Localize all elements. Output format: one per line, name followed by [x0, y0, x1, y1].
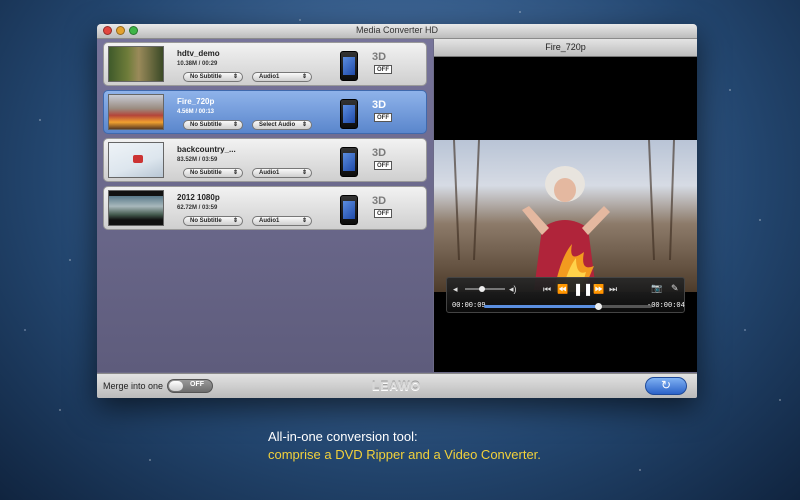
file-name: 2012 1080p [177, 193, 220, 202]
file-meta: 83.52M / 03:59 [177, 157, 218, 163]
file-name: Fire_720p [177, 97, 215, 106]
3d-toggle[interactable]: OFF [374, 161, 392, 170]
file-name: backcountry_... [177, 145, 236, 154]
subtitle-value: No Subtitle [190, 218, 222, 224]
skier-figure [133, 155, 143, 163]
elapsed-time: 00:00:09 [452, 302, 486, 310]
3d-toggle[interactable]: OFF [374, 209, 392, 218]
file-row-selected[interactable]: Fire_720p 4.56M / 00:13 No Subtitle ⇕ Sel… [103, 90, 427, 134]
caption-line-1: All-in-one conversion tool: [268, 429, 418, 444]
file-list: hdtv_demo 10.38M / 00:29 No Subtitle ⇕ Au… [97, 39, 433, 372]
seek-bar[interactable] [484, 303, 652, 310]
window-title: Media Converter HD [355, 25, 439, 35]
subtitle-select[interactable]: No Subtitle ⇕ [183, 72, 243, 82]
3d-toggle[interactable]: OFF [374, 65, 392, 74]
subtitle-select[interactable]: No Subtitle ⇕ [183, 216, 243, 226]
iphone-icon[interactable] [340, 195, 358, 225]
remaining-time: -00:00:04 [647, 302, 685, 310]
video-thumbnail [108, 190, 164, 226]
preview-title: Fire_720p [434, 39, 697, 57]
playback-controls: ◂ ◂) ⏮ ⏪ ❚❚ ⏩ ⏭ 📷 ✎ 00:00:09 -00:00:04 [446, 277, 685, 313]
chevron-updown-icon: ⇕ [301, 122, 307, 128]
pause-icon[interactable]: ❚❚ [573, 282, 593, 296]
audio-value: Audio1 [259, 170, 280, 176]
subtitle-select[interactable]: No Subtitle ⇕ [183, 168, 243, 178]
audio-value: Audio1 [259, 218, 280, 224]
video-thumbnail [108, 46, 164, 82]
chevron-updown-icon: ⇕ [301, 218, 307, 224]
chevron-updown-icon: ⇕ [232, 218, 238, 224]
3d-label: 3D [372, 147, 387, 159]
caption-line-2: comprise a DVD Ripper and a Video Conver… [268, 447, 541, 462]
camera-icon[interactable]: 📷 [651, 283, 662, 294]
preview-pane: Fire_720p ◂ ◂) ⏮ ⏪ ❚❚ ⏩ ⏭ 📷 ✎ 00:00:09 -… [434, 39, 697, 372]
iphone-icon[interactable] [340, 147, 358, 177]
chevron-updown-icon: ⇕ [301, 74, 307, 80]
promo-caption: All-in-one conversion tool: comprise a D… [268, 428, 541, 464]
chevron-updown-icon: ⇕ [232, 122, 238, 128]
app-window: Media Converter HD hdtv_demo 10.38M / 00… [97, 24, 697, 398]
volume-knob[interactable] [479, 286, 485, 292]
merge-state: OFF [190, 381, 204, 388]
seek-knob[interactable] [595, 303, 603, 310]
subtitle-select[interactable]: No Subtitle ⇕ [183, 120, 243, 130]
file-name: hdtv_demo [177, 49, 220, 58]
3d-label: 3D [372, 99, 387, 111]
edit-icon[interactable]: ✎ [671, 283, 679, 294]
iphone-icon[interactable] [340, 99, 358, 129]
volume-icon[interactable]: ◂ [453, 284, 458, 295]
volume-slider[interactable] [465, 286, 505, 292]
merge-label: Merge into one [103, 381, 164, 391]
video-scene [453, 140, 675, 292]
leawo-logo: LEAWO [372, 379, 421, 393]
skip-forward-icon[interactable]: ⏭ [609, 284, 617, 295]
file-row[interactable]: 2012 1080p 62.72M / 03:59 No Subtitle ⇕ A… [103, 186, 427, 230]
rewind-icon[interactable]: ⏪ [557, 284, 568, 295]
merge-toggle[interactable]: OFF [167, 379, 213, 393]
video-thumbnail [108, 94, 164, 130]
3d-toggle[interactable]: OFF [374, 113, 392, 122]
subtitle-value: No Subtitle [190, 122, 222, 128]
chevron-updown-icon: ⇕ [301, 170, 307, 176]
subtitle-value: No Subtitle [190, 170, 222, 176]
file-row[interactable]: hdtv_demo 10.38M / 00:29 No Subtitle ⇕ Au… [103, 42, 427, 86]
audio-select[interactable]: Audio1 ⇕ [252, 168, 312, 178]
convert-icon: ↻ [660, 378, 672, 392]
file-meta: 62.72M / 03:59 [177, 205, 218, 211]
file-meta: 10.38M / 00:29 [177, 61, 218, 67]
file-meta: 4.56M / 00:13 [177, 109, 215, 115]
skip-back-icon[interactable]: ⏮ [543, 284, 551, 295]
volume-max-icon[interactable]: ◂) [509, 284, 517, 295]
seek-progress [484, 305, 599, 308]
video-frame[interactable] [434, 140, 697, 292]
bottom-bar: Merge into one OFF LEAWO ↻ [97, 373, 697, 398]
3d-label: 3D [372, 195, 387, 207]
title-bar: Media Converter HD [97, 24, 697, 39]
chevron-updown-icon: ⇕ [232, 170, 238, 176]
convert-button[interactable]: ↻ [645, 377, 687, 395]
chevron-updown-icon: ⇕ [232, 74, 238, 80]
audio-select[interactable]: Audio1 ⇕ [252, 72, 312, 82]
audio-select[interactable]: Select Audio ⇕ [252, 120, 312, 130]
audio-select[interactable]: Audio1 ⇕ [252, 216, 312, 226]
subtitle-value: No Subtitle [190, 74, 222, 80]
video-thumbnail [108, 142, 164, 178]
toggle-knob [169, 381, 183, 391]
3d-label: 3D [372, 51, 387, 63]
fast-forward-icon[interactable]: ⏩ [593, 284, 604, 295]
audio-value: Select Audio [259, 122, 296, 128]
audio-value: Audio1 [259, 74, 280, 80]
file-row[interactable]: backcountry_... 83.52M / 03:59 No Subtit… [103, 138, 427, 182]
iphone-icon[interactable] [340, 51, 358, 81]
